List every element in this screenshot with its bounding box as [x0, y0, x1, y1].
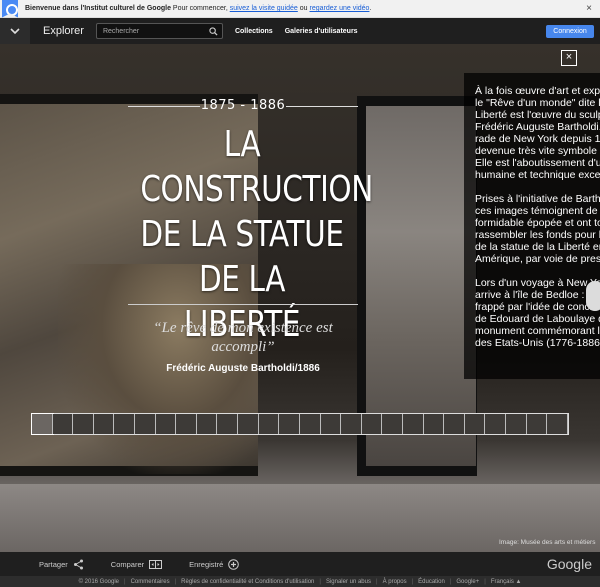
footer-link: © 2016 Google — [78, 578, 120, 585]
close-exhibit-icon[interactable]: × — [561, 50, 577, 66]
thumbnail-item[interactable] — [93, 414, 115, 434]
next-arrow-button[interactable] — [586, 281, 600, 311]
footer-link[interactable]: À propos — [383, 579, 407, 585]
search-icon[interactable] — [209, 27, 218, 36]
thumbnail-item[interactable] — [320, 414, 342, 434]
add-icon — [228, 558, 240, 570]
menu-button[interactable] — [0, 18, 30, 44]
thumbnail-item[interactable] — [31, 413, 54, 435]
title-divider — [128, 304, 358, 305]
cultural-institute-logo-icon — [2, 0, 18, 18]
image-credit: Image: Musée des arts et métiers — [499, 539, 596, 546]
footer-separator: | — [484, 578, 486, 585]
share-icon — [73, 559, 83, 569]
save-label: Enregistré — [189, 559, 224, 569]
welcome-banner: Bienvenue dans l'Institut culturel de Go… — [0, 0, 600, 18]
description-paragraph: Prises à l'initiative de Bartholdi lui-m… — [475, 193, 600, 265]
search-input[interactable]: Rechercher — [95, 23, 223, 39]
footer-separator: | — [449, 578, 452, 585]
welcome-bold-text: Bienvenue dans l'Institut culturel de Go… — [25, 5, 171, 12]
top-navigation: Explorer Rechercher Collections Galeries… — [0, 18, 600, 44]
footer-link[interactable]: Français ▲ — [491, 579, 522, 585]
welcome-text: Pour commencer, — [170, 5, 230, 12]
chevron-down-icon — [10, 28, 20, 35]
page-footer: © 2016 Google | Commentaires | Règles de con… — [0, 576, 600, 587]
thumbnail-item[interactable] — [176, 414, 197, 434]
login-button[interactable]: Connexion — [546, 25, 594, 38]
welcome-message: Bienvenue dans l'Institut culturel de Go… — [25, 5, 371, 12]
thumbnail-item[interactable] — [217, 414, 239, 434]
exhibit-quote: “Le rêve de mon existence est accompli” — [153, 320, 333, 355]
nav-user-galleries-link[interactable]: Galeries d'utilisateurs — [285, 28, 358, 35]
thumbnail-item[interactable] — [196, 414, 218, 434]
thumbnail-item[interactable] — [402, 414, 424, 434]
footer-separator: | — [411, 578, 414, 585]
exhibit-dates: 1875 - 1886 — [128, 98, 358, 113]
thumbnail-item[interactable] — [299, 414, 321, 434]
guided-tour-link[interactable]: suivez la visite guidée — [230, 5, 298, 12]
welcome-end: . — [369, 5, 372, 12]
thumbnail-item[interactable] — [155, 414, 177, 434]
welcome-connector: ou — [297, 5, 310, 12]
save-button[interactable]: Enregistré — [189, 558, 240, 570]
thumbnail-item[interactable] — [114, 414, 136, 434]
thumbnail-item[interactable] — [341, 414, 362, 434]
statue-photo-right — [366, 106, 476, 466]
share-button[interactable]: Partager — [39, 559, 84, 570]
footer-link[interactable]: Règles de confidentialité et Conditions … — [181, 579, 314, 585]
thumbnail-item[interactable] — [547, 414, 568, 434]
footer-separator: | — [376, 578, 378, 585]
footer-link[interactable]: Éducation — [418, 579, 445, 585]
footer-separator: | — [174, 578, 177, 585]
footer-separator: | — [124, 578, 126, 585]
thumbnail-item[interactable] — [279, 414, 300, 434]
thumbnail-item[interactable] — [238, 414, 259, 434]
quote-author: Frédéric Auguste Bartholdi/1886 — [166, 363, 320, 374]
footer-link[interactable]: Google+ — [456, 579, 479, 585]
google-logo: Google — [546, 556, 592, 572]
compare-icon — [149, 559, 163, 569]
footer-link[interactable]: Commentaires — [131, 579, 170, 585]
watch-video-link[interactable]: regardez une vidéo — [310, 5, 370, 12]
thumbnail-item[interactable] — [135, 414, 156, 434]
thumbnail-item[interactable] — [464, 414, 486, 434]
share-label: Partager — [39, 559, 68, 569]
search-placeholder: Rechercher — [102, 27, 140, 35]
thumbnail-item[interactable] — [361, 414, 383, 434]
description-paragraph: À la fois œuvre d'art et exploit techniq… — [475, 85, 600, 181]
description-text[interactable]: À la fois œuvre d'art et exploit techniq… — [475, 85, 600, 375]
compare-button[interactable]: Comparer — [110, 559, 163, 570]
close-banner-icon[interactable]: × — [586, 3, 592, 14]
footer-link[interactable]: Signaler un abus — [326, 579, 371, 585]
thumbnail-item[interactable] — [444, 414, 465, 434]
compare-label: Comparer — [110, 559, 145, 569]
thumbnail-item[interactable] — [526, 414, 548, 434]
thumbnail-item[interactable] — [506, 414, 527, 434]
thumbnail-item[interactable] — [382, 414, 403, 434]
explore-title[interactable]: Explorer — [43, 25, 84, 37]
thumbnail-item[interactable] — [258, 414, 280, 434]
exhibit-stage: 1875 - 1886 LA CONSTRUCTION DE LA STATUE… — [0, 44, 600, 552]
thumbnail-item[interactable] — [423, 414, 445, 434]
nav-collections-link[interactable]: Collections — [235, 28, 273, 35]
footer-separator: | — [319, 578, 321, 585]
thumbnail-item[interactable] — [485, 414, 507, 434]
thumbnail-item[interactable] — [73, 414, 94, 434]
exhibit-title: LA CONSTRUCTION DE LA STATUE DE LA LIBER… — [140, 124, 373, 345]
thumbnail-strip[interactable] — [31, 413, 569, 435]
action-bar: Partager Comparer Enregistré Google — [0, 552, 600, 576]
thumbnail-item[interactable] — [52, 414, 74, 434]
description-paragraph: Lors d'un voyage à New York en 1871, il … — [475, 277, 600, 349]
